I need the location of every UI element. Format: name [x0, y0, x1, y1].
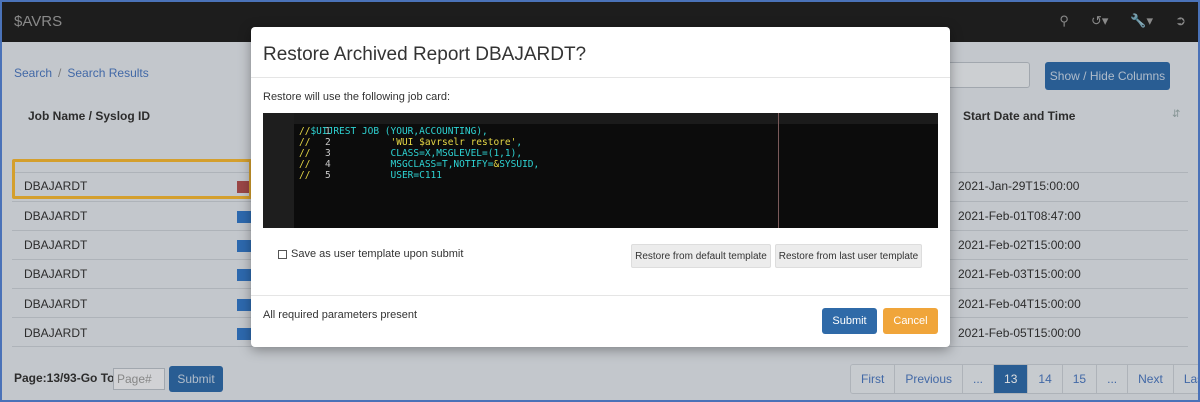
editor-margin-line	[778, 113, 779, 228]
job-card-editor[interactable]: 1//$UIJREST JOB (YOUR,ACCOUNTING), 2// '…	[263, 113, 938, 228]
save-template-checkbox[interactable]: Save as user template upon submit	[278, 248, 463, 260]
restore-default-template-button[interactable]: Restore from default template	[631, 244, 771, 268]
checkbox-box[interactable]	[278, 249, 287, 259]
current-line-highlight	[294, 113, 938, 124]
modal-subtitle: Restore will use the following job card:	[263, 91, 451, 103]
restore-modal: Restore Archived Report DBAJARDT? Restor…	[251, 27, 950, 347]
divider	[251, 77, 950, 78]
code-line[interactable]: 2// 'WUI $avrselr restore',	[263, 126, 522, 148]
restore-last-template-button[interactable]: Restore from last user template	[775, 244, 922, 268]
divider	[251, 295, 950, 296]
cancel-button[interactable]: Cancel	[883, 308, 938, 334]
code-line[interactable]: 3// CLASS=X,MSGLEVEL=(1,1),	[263, 137, 522, 159]
code-line[interactable]: 1//$UIJREST JOB (YOUR,ACCOUNTING),	[263, 115, 488, 137]
code-line[interactable]: 5// USER=C111	[263, 159, 442, 181]
code-line[interactable]: 4// MSGCLASS=T,NOTIFY=&SYSUID,	[263, 148, 539, 170]
save-template-label: Save as user template upon submit	[291, 248, 464, 260]
app-frame: $AVRS ⚲ ↺▾ 🔧▾ ➲ Search / Search Results Sh…	[0, 0, 1200, 402]
validation-status: All required parameters present	[263, 309, 418, 321]
submit-button[interactable]: Submit	[822, 308, 877, 334]
modal-title: Restore Archived Report DBAJARDT?	[263, 44, 587, 65]
